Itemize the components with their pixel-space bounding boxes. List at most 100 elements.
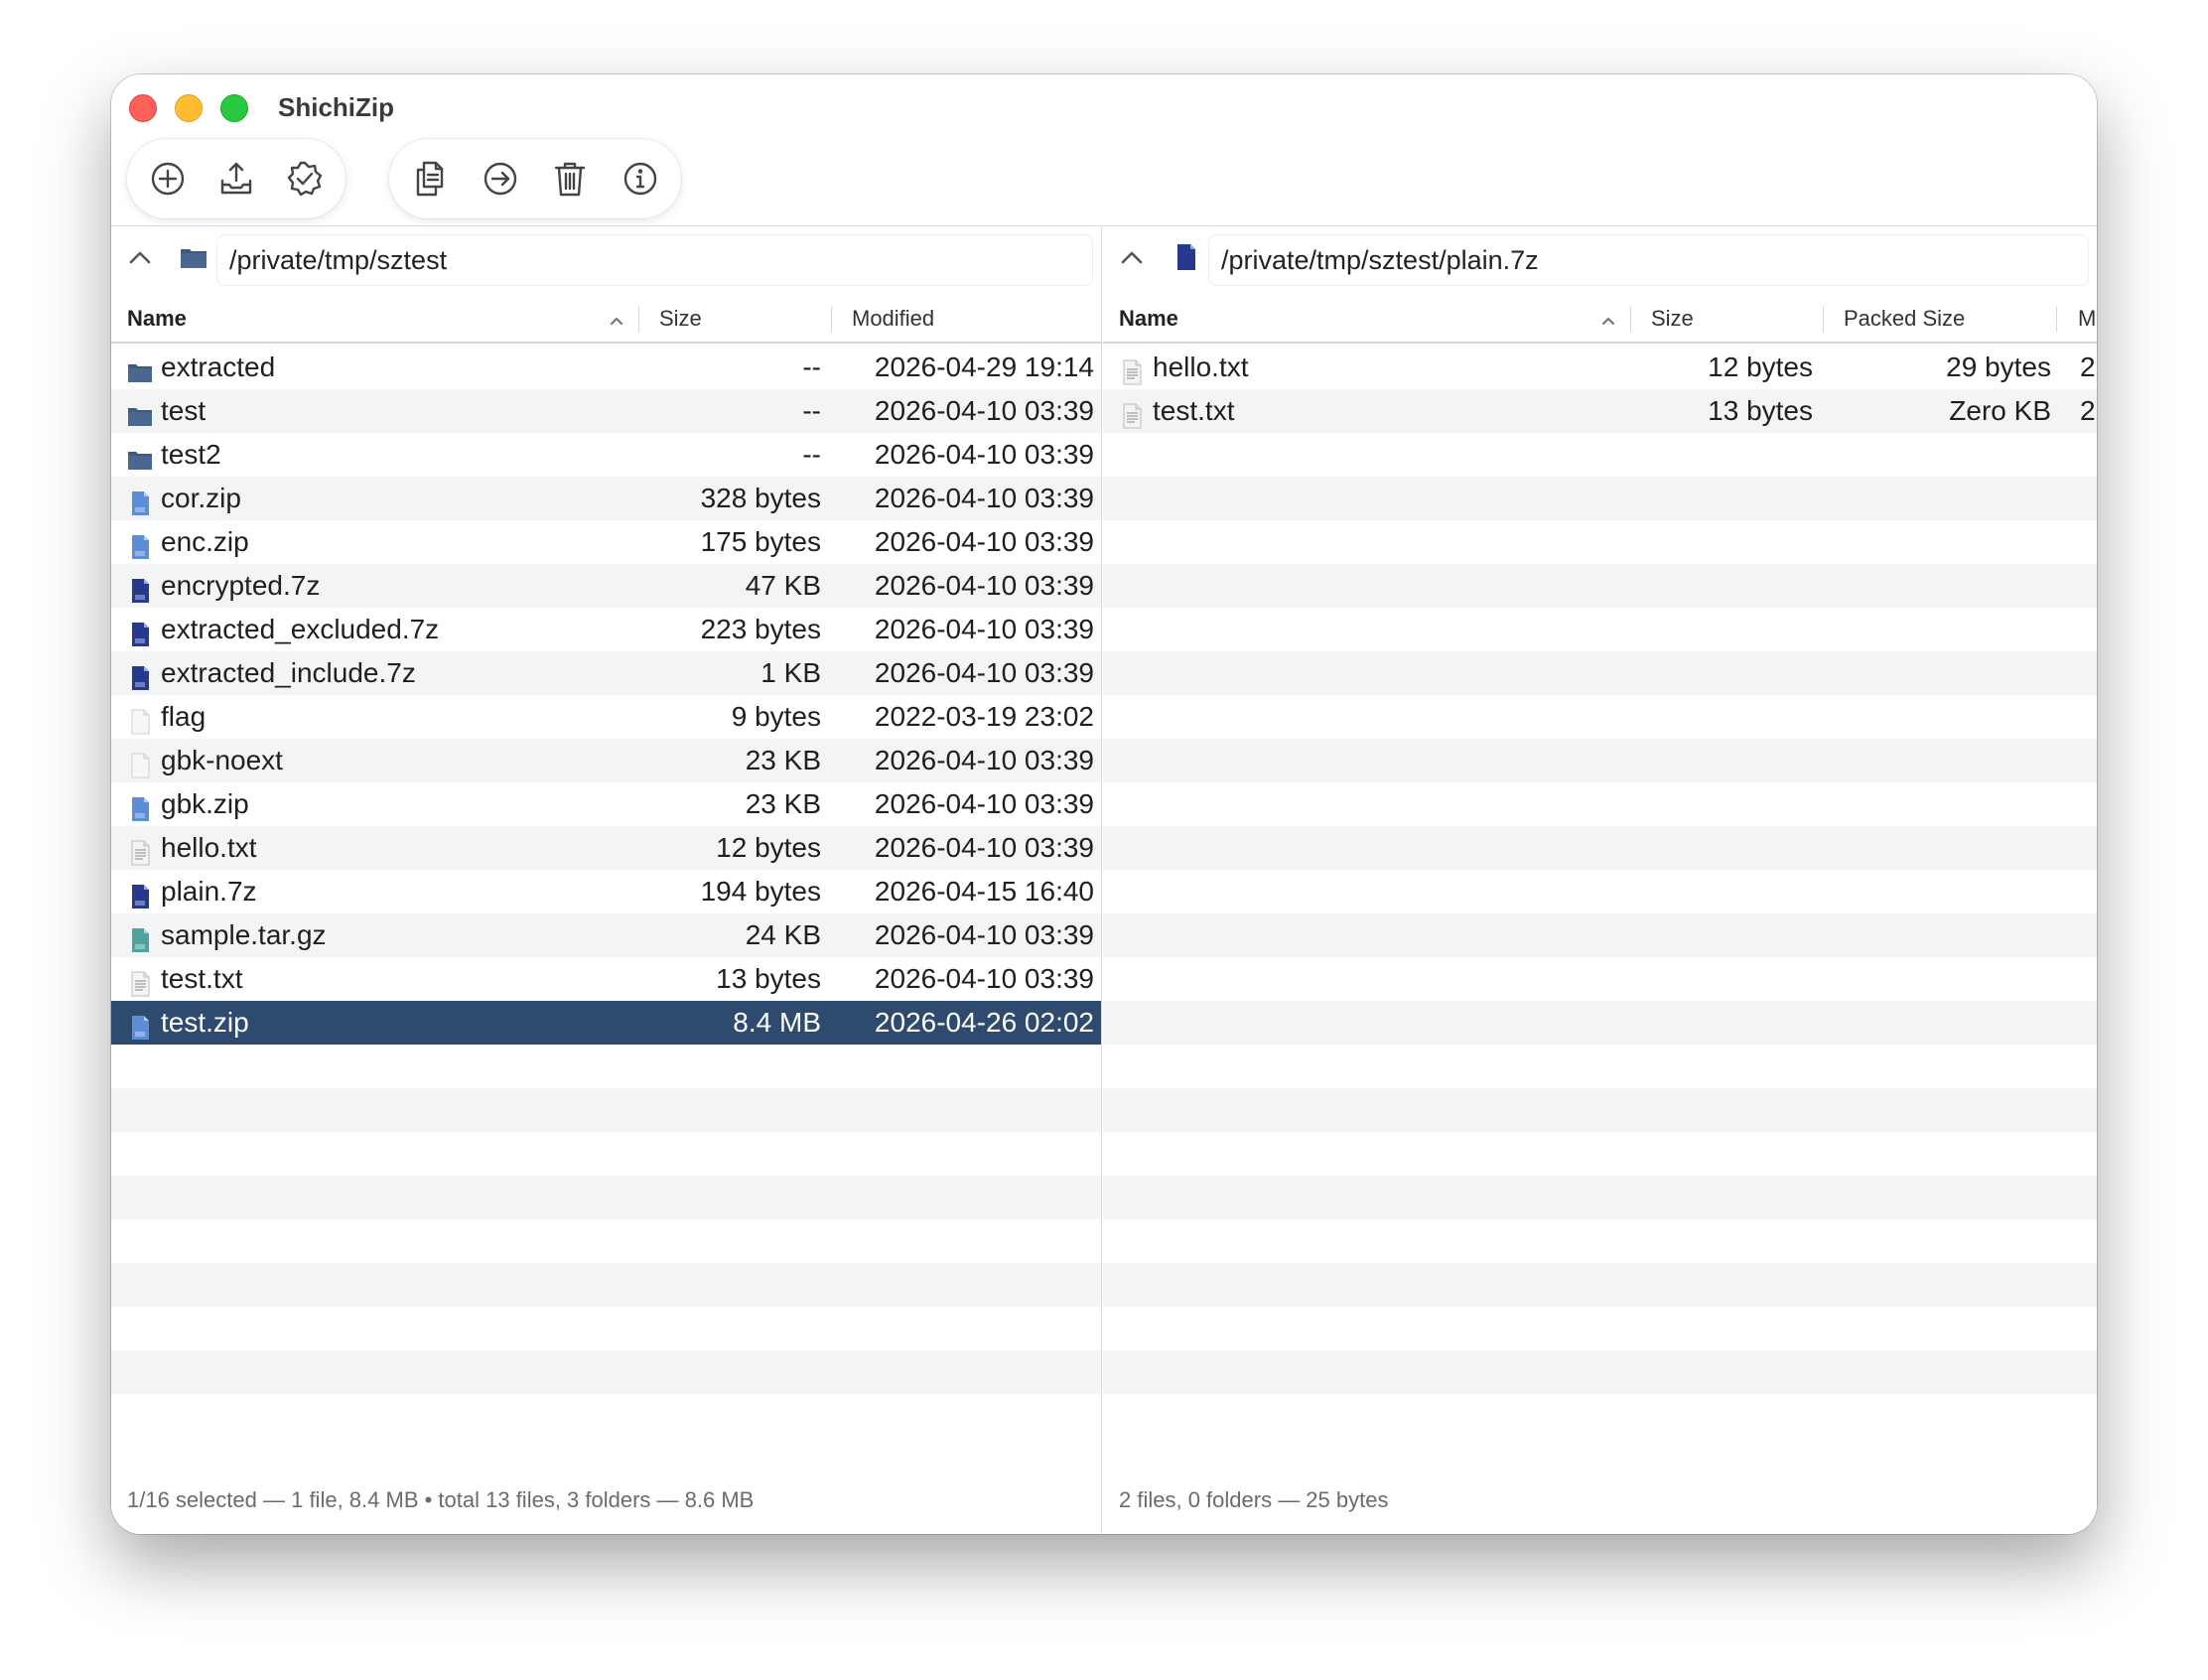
- cell-size: 1 KB: [760, 657, 821, 688]
- column-separator: [831, 306, 832, 332]
- table-row[interactable]: extracted_include.7z 1 KB 2026-04-10 03:39: [111, 651, 1101, 695]
- column-separator: [1823, 306, 1824, 332]
- trash-icon: [555, 162, 586, 197]
- column-name[interactable]: Name: [1119, 296, 1178, 342]
- table-row[interactable]: test -- 2026-04-10 03:39: [111, 389, 1101, 433]
- left-pane: /private/tmp/sztest Name Size Modified e…: [111, 226, 1102, 1534]
- folder-icon: [179, 242, 208, 272]
- cell-size: --: [802, 395, 821, 426]
- cell-size: --: [802, 351, 821, 382]
- cell-name: encrypted.7z: [161, 570, 321, 601]
- archive-7z-icon: [1171, 242, 1200, 272]
- cell-modified: 2026-04-26 02:02: [874, 1007, 1094, 1038]
- left-up-button[interactable]: [125, 242, 159, 276]
- table-row[interactable]: encrypted.7z 47 KB 2026-04-10 03:39: [111, 564, 1101, 608]
- tray-arrow-up-icon: [220, 162, 252, 195]
- cell-size: 328 bytes: [700, 483, 821, 513]
- window-title: ShichiZip: [278, 92, 394, 122]
- right-up-button[interactable]: [1117, 242, 1151, 276]
- empty-row: [1103, 1350, 2097, 1394]
- column-modified[interactable]: Modified: [852, 296, 934, 342]
- empty-row: [111, 1219, 1101, 1263]
- cell-modified: 2026-04-10 03:39: [874, 919, 1094, 950]
- cell-modified: 2026-04-10 03:39: [874, 439, 1094, 470]
- empty-row: [1103, 1045, 2097, 1088]
- left-file-list[interactable]: extracted -- 2026-04-29 19:14 test -- 2026-04…: [111, 346, 1101, 1470]
- cell-name: gbk-noext: [161, 745, 283, 775]
- delete-button[interactable]: [543, 150, 598, 208]
- cell-name: test: [161, 395, 207, 426]
- table-row[interactable]: extracted -- 2026-04-29 19:14: [111, 346, 1101, 389]
- cell-size: 8.4 MB: [733, 1007, 821, 1038]
- column-size[interactable]: Size: [1651, 296, 1694, 342]
- table-row[interactable]: test2 -- 2026-04-10 03:39: [111, 433, 1101, 477]
- column-modified[interactable]: Mo: [2078, 296, 2097, 342]
- left-column-header: Name Size Modified: [111, 296, 1101, 344]
- cell-modified: 2026-04-10 03:39: [874, 483, 1094, 513]
- cell-name: hello.txt: [1153, 351, 1249, 382]
- folder-icon: [127, 398, 153, 426]
- table-row[interactable]: hello.txt 12 bytes 2026-04-10 03:39: [111, 826, 1101, 870]
- move-button[interactable]: [474, 150, 528, 208]
- table-row[interactable]: test.zip 8.4 MB 2026-04-26 02:02: [111, 1001, 1101, 1045]
- empty-row: [1103, 477, 2097, 520]
- add-button[interactable]: [141, 150, 194, 208]
- plus-circle-icon: [151, 162, 184, 196]
- column-name[interactable]: Name: [127, 296, 187, 342]
- gzip-archive-icon: [127, 922, 153, 952]
- table-row[interactable]: gbk-noext 23 KB 2026-04-10 03:39: [111, 739, 1101, 782]
- extract-button[interactable]: [209, 150, 262, 208]
- empty-row: [111, 1263, 1101, 1307]
- empty-row: [1103, 695, 2097, 739]
- info-button[interactable]: [614, 150, 668, 208]
- right-file-list[interactable]: hello.txt 12 bytes 29 bytes 2 test.txt 13 byt…: [1103, 346, 2097, 1470]
- cell-modified: 2026-04-10 03:39: [874, 963, 1094, 994]
- table-row[interactable]: sample.tar.gz 24 KB 2026-04-10 03:39: [111, 913, 1101, 957]
- cell-size: 12 bytes: [1708, 351, 1813, 382]
- cell-size: 13 bytes: [716, 963, 821, 994]
- info-circle-icon: [623, 162, 656, 196]
- table-row[interactable]: hello.txt 12 bytes 29 bytes 2: [1103, 346, 2097, 389]
- cell-modified: 2026-04-10 03:39: [874, 788, 1094, 819]
- cell-name: extracted_excluded.7z: [161, 614, 440, 644]
- chevron-up-icon: [1121, 251, 1143, 264]
- close-window-button[interactable]: [129, 94, 157, 122]
- zip-archive-icon: [127, 1010, 153, 1040]
- table-row[interactable]: plain.7z 194 bytes 2026-04-15 16:40: [111, 870, 1101, 913]
- cell-modified: 2026-04-10 03:39: [874, 657, 1094, 688]
- table-row[interactable]: test.txt 13 bytes 2026-04-10 03:39: [111, 957, 1101, 1001]
- folder-icon: [127, 354, 153, 382]
- empty-row: [111, 1045, 1101, 1088]
- column-size[interactable]: Size: [659, 296, 702, 342]
- table-row[interactable]: gbk.zip 23 KB 2026-04-10 03:39: [111, 782, 1101, 826]
- empty-row: [1103, 1176, 2097, 1219]
- text-file-icon: [1119, 354, 1145, 385]
- empty-row: [1103, 739, 2097, 782]
- cell-size: 223 bytes: [700, 614, 821, 644]
- test-button[interactable]: [279, 150, 332, 208]
- minimize-window-button[interactable]: [175, 94, 203, 122]
- zoom-window-button[interactable]: [220, 94, 248, 122]
- cell-modified: 2026-04-15 16:40: [874, 876, 1094, 907]
- toolbar-group-archive: [127, 139, 345, 218]
- table-row[interactable]: enc.zip 175 bytes 2026-04-10 03:39: [111, 520, 1101, 564]
- cell-name: cor.zip: [161, 483, 241, 513]
- empty-row: [1103, 1263, 2097, 1307]
- left-path-field[interactable]: /private/tmp/sztest: [216, 234, 1093, 286]
- toolbar-group-file: [389, 139, 681, 218]
- column-packed-size[interactable]: Packed Size: [1844, 296, 1965, 342]
- cell-modified: 2026-04-10 03:39: [874, 570, 1094, 601]
- right-path-field[interactable]: /private/tmp/sztest/plain.7z: [1208, 234, 2089, 286]
- table-row[interactable]: test.txt 13 bytes Zero KB 2: [1103, 389, 2097, 433]
- empty-row: [1103, 433, 2097, 477]
- cell-size: 23 KB: [745, 788, 821, 819]
- empty-row: [111, 1307, 1101, 1350]
- cell-size: 24 KB: [745, 919, 821, 950]
- table-row[interactable]: flag 9 bytes 2022-03-19 23:02: [111, 695, 1101, 739]
- table-row[interactable]: extracted_excluded.7z 223 bytes 2026-04-10…: [111, 608, 1101, 651]
- copy-button[interactable]: [403, 150, 458, 208]
- table-row[interactable]: cor.zip 328 bytes 2026-04-10 03:39: [111, 477, 1101, 520]
- empty-row: [111, 1176, 1101, 1219]
- empty-row: [1103, 651, 2097, 695]
- cell-modified: 2026-04-29 19:14: [874, 351, 1094, 382]
